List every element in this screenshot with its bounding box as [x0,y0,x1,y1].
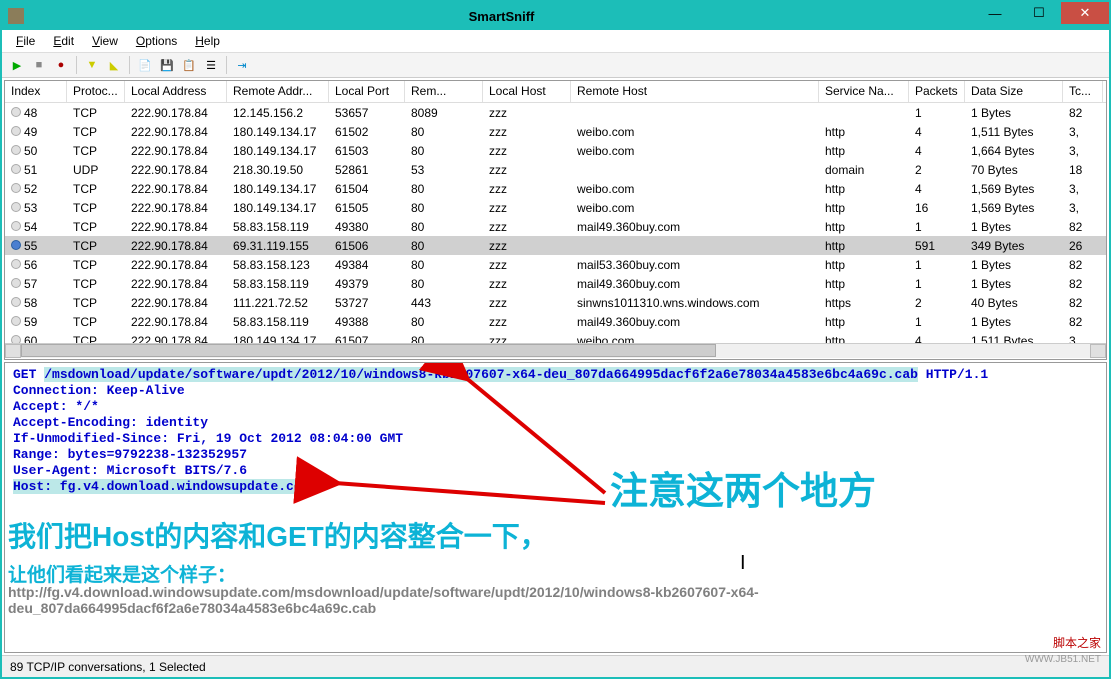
statusbar: 89 TCP/IP conversations, 1 Selected [2,655,1109,677]
col-remote-addr[interactable]: Remote Addr... [227,81,329,102]
table-row[interactable]: 54TCP222.90.178.8458.83.158.1194938080zz… [5,217,1106,236]
table-row[interactable]: 50TCP222.90.178.84180.149.134.176150380z… [5,141,1106,160]
menu-view[interactable]: View [84,32,126,50]
h-scrollbar[interactable] [5,343,1106,358]
header-accept-encoding: Accept-Encoding: identity [13,415,1098,431]
row-status-icon [11,145,21,155]
col-protocol[interactable]: Protoc... [67,81,125,102]
header-accept: Accept: */* [13,399,1098,415]
header-connection: Connection: Keep-Alive [13,383,1098,399]
filter2-icon[interactable]: ◣ [105,56,123,74]
col-local-port[interactable]: Local Port [329,81,405,102]
col-packets[interactable]: Packets [909,81,965,102]
row-status-icon [11,164,21,174]
row-status-icon [11,297,21,307]
row-status-icon [11,259,21,269]
row-status-icon [11,221,21,231]
table-row[interactable]: 55TCP222.90.178.8469.31.119.1556150680zz… [5,236,1106,255]
filter-icon[interactable]: ▼ [83,56,101,74]
col-remote-host[interactable]: Remote Host [571,81,819,102]
table-row[interactable]: 56TCP222.90.178.8458.83.158.1234938480zz… [5,255,1106,274]
col-data-size[interactable]: Data Size [965,81,1063,102]
scroll-right-button[interactable] [1090,344,1106,358]
http-path: /msdownload/update/software/updt/2012/10… [44,367,918,382]
table-row[interactable]: 53TCP222.90.178.84180.149.134.176150580z… [5,198,1106,217]
table-row[interactable]: 52TCP222.90.178.84180.149.134.176150480z… [5,179,1106,198]
row-status-icon [11,278,21,288]
header-host: Host: fg.v4.download.windowsupdate.com [13,479,309,494]
col-local-addr[interactable]: Local Address [125,81,227,102]
detail-pane[interactable]: GET /msdownload/update/software/updt/201… [4,362,1107,653]
row-status-icon [11,335,21,344]
record-button[interactable]: ● [52,56,70,74]
table-row[interactable]: 60TCP222.90.178.84180.149.134.176150780z… [5,331,1106,343]
row-status-icon [11,240,21,250]
new-icon[interactable]: 📄 [136,56,154,74]
row-status-icon [11,202,21,212]
menu-options[interactable]: Options [128,32,185,50]
window-title: SmartSniff [30,9,973,24]
menubar: File Edit View Options Help [2,30,1109,53]
col-remote-port[interactable]: Rem... [405,81,483,102]
exit-icon[interactable]: ⇥ [233,56,251,74]
col-tc[interactable]: Tc... [1063,81,1103,102]
header-if-unmodified: If-Unmodified-Since: Fri, 19 Oct 2012 08… [13,431,1098,447]
row-status-icon [11,126,21,136]
props-icon[interactable]: ☰ [202,56,220,74]
app-icon [8,8,24,24]
header-user-agent: User-Agent: Microsoft BITS/7.6 [13,463,1098,479]
save-icon[interactable]: 💾 [158,56,176,74]
toolbar: ▶ ■ ● ▼ ◣ 📄 💾 📋 ☰ ⇥ [2,53,1109,78]
titlebar[interactable]: SmartSniff — ☐ ✕ [2,2,1109,30]
row-status-icon [11,183,21,193]
table-row[interactable]: 49TCP222.90.178.84180.149.134.176150280z… [5,122,1106,141]
scroll-thumb[interactable] [21,344,716,357]
maximize-button[interactable]: ☐ [1017,2,1061,24]
connections-grid[interactable]: Index Protoc... Local Address Remote Add… [4,80,1107,360]
menu-file[interactable]: File [8,32,43,50]
menu-edit[interactable]: Edit [45,32,82,50]
http-method: GET [13,367,36,382]
table-row[interactable]: 57TCP222.90.178.8458.83.158.1194937980zz… [5,274,1106,293]
watermark-name: 脚本之家 [1053,634,1101,651]
table-row[interactable]: 58TCP222.90.178.84111.221.72.5253727443z… [5,293,1106,312]
header-range: Range: bytes=9792238-132352957 [13,447,1098,463]
text-cursor-icon: I [740,552,746,575]
table-row[interactable]: 51UDP222.90.178.84218.30.19.505286153zzz… [5,160,1106,179]
menu-help[interactable]: Help [187,32,228,50]
watermark-url: WWW.JB51.NET [1025,654,1101,665]
col-index[interactable]: Index [5,81,67,102]
http-version: HTTP/1.1 [926,367,988,382]
scroll-left-button[interactable] [5,344,21,358]
row-status-icon [11,316,21,326]
stop-capture-button[interactable]: ■ [30,56,48,74]
close-button[interactable]: ✕ [1061,2,1109,24]
start-capture-button[interactable]: ▶ [8,56,26,74]
col-service[interactable]: Service Na... [819,81,909,102]
col-local-host[interactable]: Local Host [483,81,571,102]
status-text: 89 TCP/IP conversations, 1 Selected [10,660,206,674]
table-row[interactable]: 59TCP222.90.178.8458.83.158.1194938880zz… [5,312,1106,331]
minimize-button[interactable]: — [973,2,1017,24]
copy-icon[interactable]: 📋 [180,56,198,74]
row-status-icon [11,107,21,117]
grid-header[interactable]: Index Protoc... Local Address Remote Add… [5,81,1106,103]
table-row[interactable]: 48TCP222.90.178.8412.145.156.2536578089z… [5,103,1106,122]
